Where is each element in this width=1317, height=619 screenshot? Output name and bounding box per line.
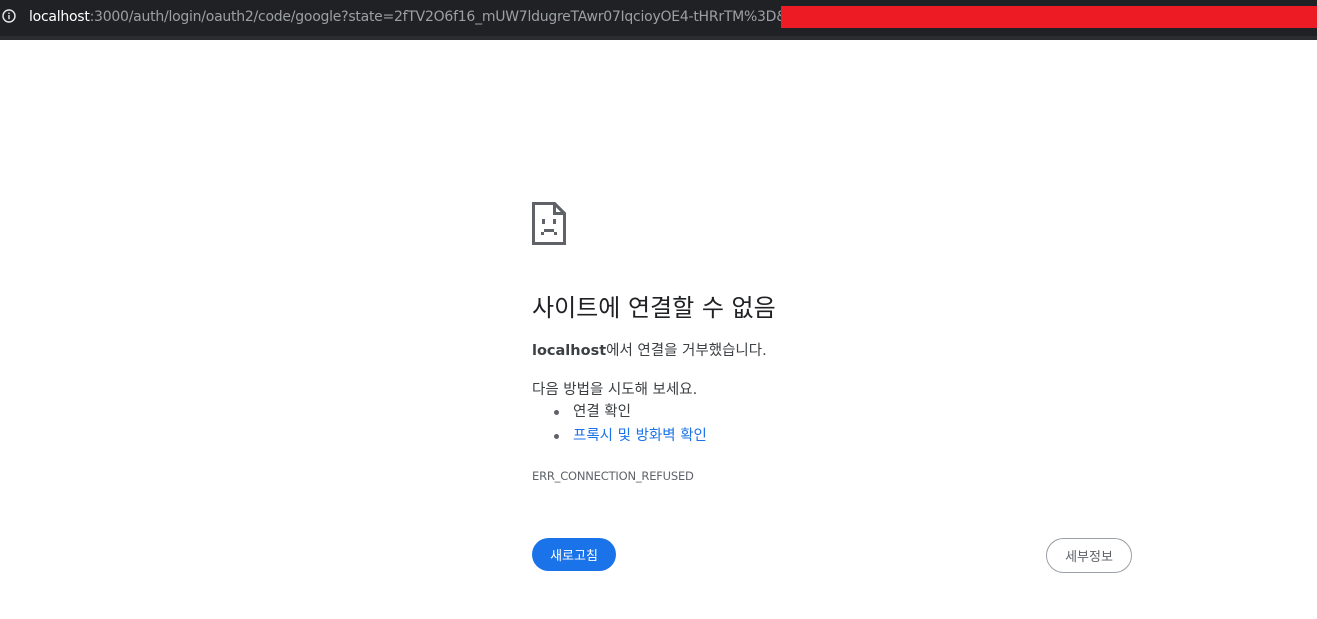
url-text[interactable]: localhost:3000/auth/login/oauth2/code/go…	[29, 0, 831, 36]
list-item: 프록시 및 방화벽 확인	[532, 424, 707, 448]
suggestion-check-connection: 연결 확인	[573, 404, 631, 420]
url-host: localhost	[29, 9, 90, 25]
error-code: ERR_CONNECTION_REFUSED	[532, 469, 694, 483]
error-host: localhost	[532, 343, 607, 359]
error-description: localhost에서 연결을 거부했습니다.	[532, 339, 767, 360]
address-bar[interactable]: localhost:3000/auth/login/oauth2/code/go…	[0, 0, 1317, 40]
info-icon[interactable]	[2, 9, 16, 23]
sad-page-icon	[532, 202, 566, 245]
suggestions-list: 연결 확인 프록시 및 방화벽 확인	[532, 400, 707, 448]
suggestion-proxy-firewall-link[interactable]: 프록시 및 방화벽 확인	[573, 428, 707, 444]
error-title: 사이트에 연결할 수 없음	[532, 294, 776, 322]
url-path: :3000/auth/login/oauth2/code/google?stat…	[89, 9, 832, 25]
details-button[interactable]: 세부정보	[1046, 538, 1132, 573]
error-description-text: 에서 연결을 거부했습니다.	[606, 343, 767, 359]
reload-button[interactable]: 새로고침	[532, 538, 616, 571]
bullet-icon	[554, 410, 559, 415]
suggestions-heading: 다음 방법을 시도해 보세요.	[532, 382, 698, 398]
list-item: 연결 확인	[532, 400, 707, 424]
redaction-bar	[781, 6, 1317, 28]
bullet-icon	[554, 434, 559, 439]
